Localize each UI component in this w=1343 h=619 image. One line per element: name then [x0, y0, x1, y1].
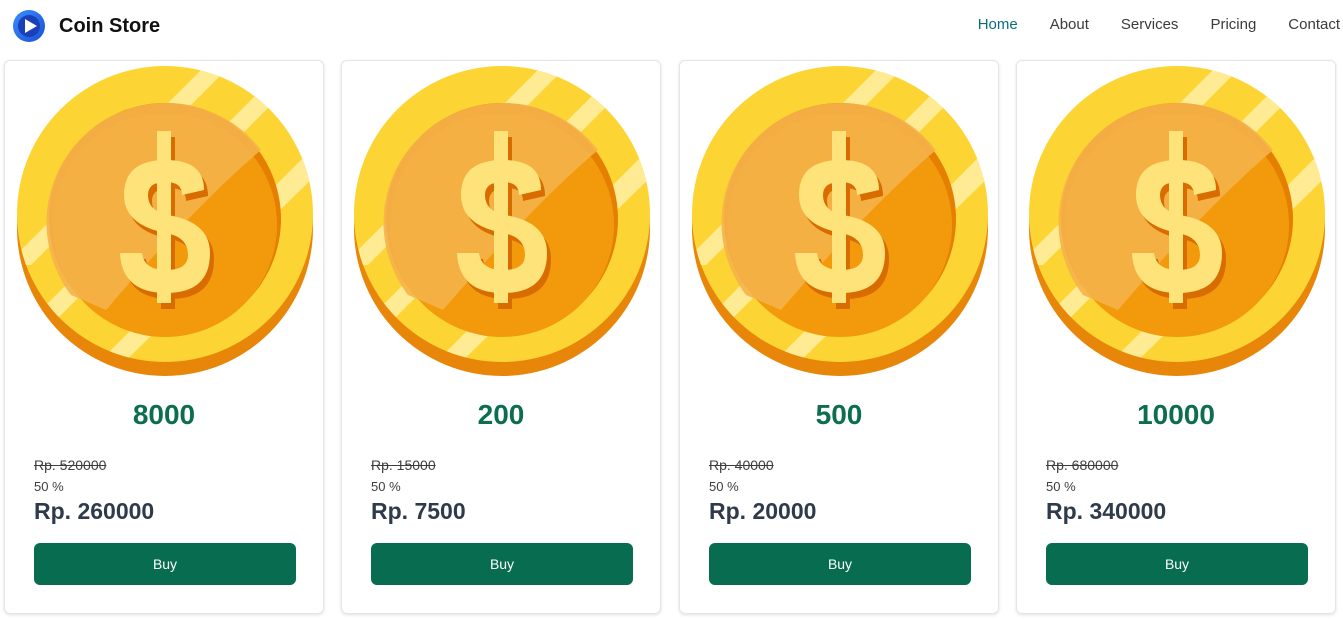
original-price: Rp. 15000 [371, 457, 436, 473]
play-logo-icon [13, 10, 45, 42]
nav-services[interactable]: Services [1121, 15, 1179, 35]
coin-card: 10000 Rp. 680000 50 % Rp. 340000 Buy [1016, 60, 1336, 614]
buy-button[interactable]: Buy [371, 543, 633, 585]
navbar: Coin Store Home About Services Pricing C… [0, 0, 1343, 52]
nav-home[interactable]: Home [978, 15, 1018, 35]
gold-coin-icon [353, 65, 651, 377]
main-nav: Home About Services Pricing Contact [978, 15, 1343, 35]
coin-amount: 8000 [132, 399, 196, 430]
nav-pricing[interactable]: Pricing [1210, 15, 1256, 35]
sale-price: Rp. 260000 [34, 498, 155, 524]
gold-coin-icon [16, 65, 314, 377]
original-price: Rp. 520000 [34, 457, 107, 473]
gold-coin-icon [1028, 65, 1326, 377]
coin-amount: 200 [477, 399, 525, 430]
original-price: Rp. 680000 [1046, 457, 1119, 473]
brand[interactable]: Coin Store [12, 8, 160, 44]
buy-button[interactable]: Buy [34, 543, 296, 585]
coin-amount: 10000 [1137, 399, 1215, 430]
buy-button[interactable]: Buy [1046, 543, 1308, 585]
brand-name: Coin Store [59, 14, 161, 37]
discount-label: 50 % [709, 479, 739, 494]
sale-price: Rp. 340000 [1046, 498, 1167, 524]
gold-coin-icon [691, 65, 989, 377]
sale-price: Rp. 7500 [371, 498, 466, 524]
buy-button[interactable]: Buy [709, 543, 971, 585]
nav-contact[interactable]: Contact [1288, 15, 1340, 35]
discount-label: 50 % [1046, 479, 1076, 494]
coin-card: 200 Rp. 15000 50 % Rp. 7500 Buy [341, 60, 661, 614]
discount-label: 50 % [34, 479, 64, 494]
nav-about[interactable]: About [1050, 15, 1089, 35]
coin-amount: 500 [815, 399, 863, 430]
discount-label: 50 % [371, 479, 401, 494]
coin-card: 500 Rp. 40000 50 % Rp. 20000 Buy [679, 60, 999, 614]
original-price: Rp. 40000 [709, 457, 774, 473]
sale-price: Rp. 20000 [709, 498, 817, 524]
coin-card: 8000 Rp. 520000 50 % Rp. 260000 Buy [4, 60, 324, 614]
